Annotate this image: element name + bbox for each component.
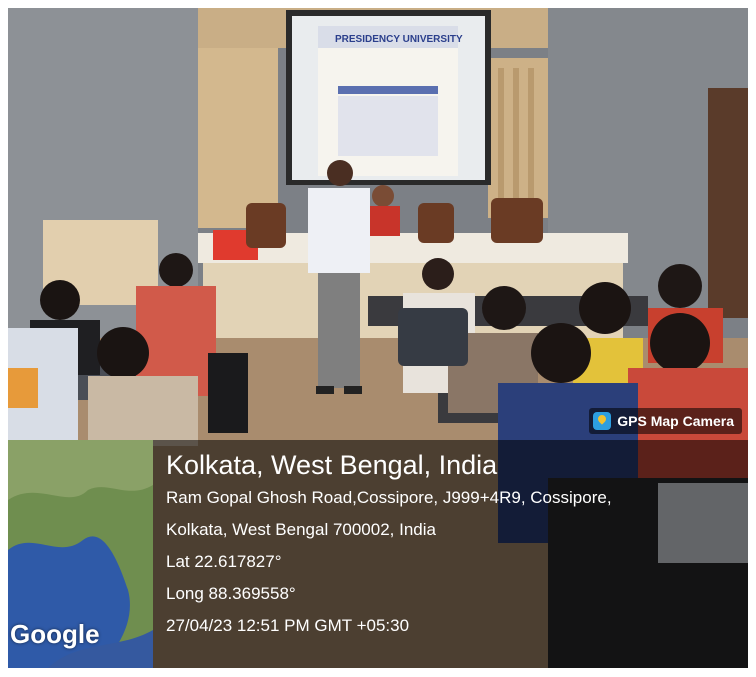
- slide-title: PRESIDENCY UNIVERSITY: [335, 34, 463, 45]
- gps-map-camera-badge: GPS Map Camera: [589, 408, 742, 434]
- gps-map-camera-icon: [593, 412, 612, 430]
- map-watermark: Google: [10, 619, 100, 649]
- location-info: Kolkata, West Bengal, India Ram Gopal Gh…: [166, 448, 612, 642]
- address-line-1: Ram Gopal Ghosh Road,Cossipore, J999+4R9…: [166, 488, 612, 507]
- latitude: Lat 22.617827°: [166, 552, 282, 571]
- datetime: 27/04/23 12:51 PM GMT +05:30: [166, 616, 410, 635]
- address-line-2: Kolkata, West Bengal 700002, India: [166, 520, 436, 539]
- longitude: Long 88.369558°: [166, 584, 296, 603]
- badge-label: GPS Map Camera: [617, 413, 734, 429]
- photo-frame: PRESIDENCY UNIVERSITY Google GPS Map Cam…: [8, 8, 748, 668]
- location-title: Kolkata, West Bengal, India: [166, 450, 498, 480]
- map-thumbnail: Google: [8, 440, 153, 668]
